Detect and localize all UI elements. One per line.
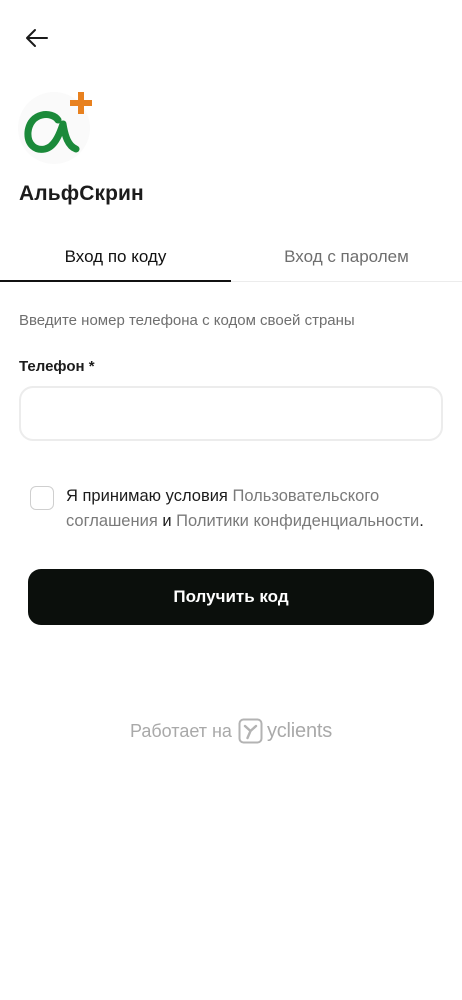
login-tabs: Вход по коду Вход с паролем [0, 232, 462, 282]
get-code-button[interactable]: Получить код [28, 569, 434, 625]
back-button[interactable] [20, 22, 54, 54]
yclients-logo-icon [238, 718, 263, 744]
consent-checkbox[interactable] [30, 486, 54, 510]
company-logo [18, 90, 96, 164]
consent-row: Я принимаю условия Пользовательского сог… [30, 484, 440, 534]
phone-label: Телефон * [19, 358, 95, 375]
powered-by-footer: Работает на yclients [0, 718, 462, 744]
phone-hint: Введите номер телефона с кодом своей стр… [19, 312, 355, 329]
yclients-brand: yclients [266, 719, 333, 742]
tab-login-by-code[interactable]: Вход по коду [0, 232, 231, 282]
privacy-policy-link[interactable]: Политики конфиденциальности [176, 512, 419, 530]
consent-text-before: Я принимаю условия [66, 487, 233, 505]
consent-text-after: . [419, 512, 424, 530]
tab-login-by-password[interactable]: Вход с паролем [231, 232, 462, 282]
consent-text-middle: и [157, 512, 177, 530]
company-name: АльфСкрин [19, 182, 144, 205]
arrow-left-icon [26, 29, 48, 47]
powered-by-text: Работает на [129, 720, 232, 741]
consent-text: Я принимаю условия Пользовательского сог… [66, 484, 440, 534]
phone-input[interactable] [19, 386, 443, 441]
